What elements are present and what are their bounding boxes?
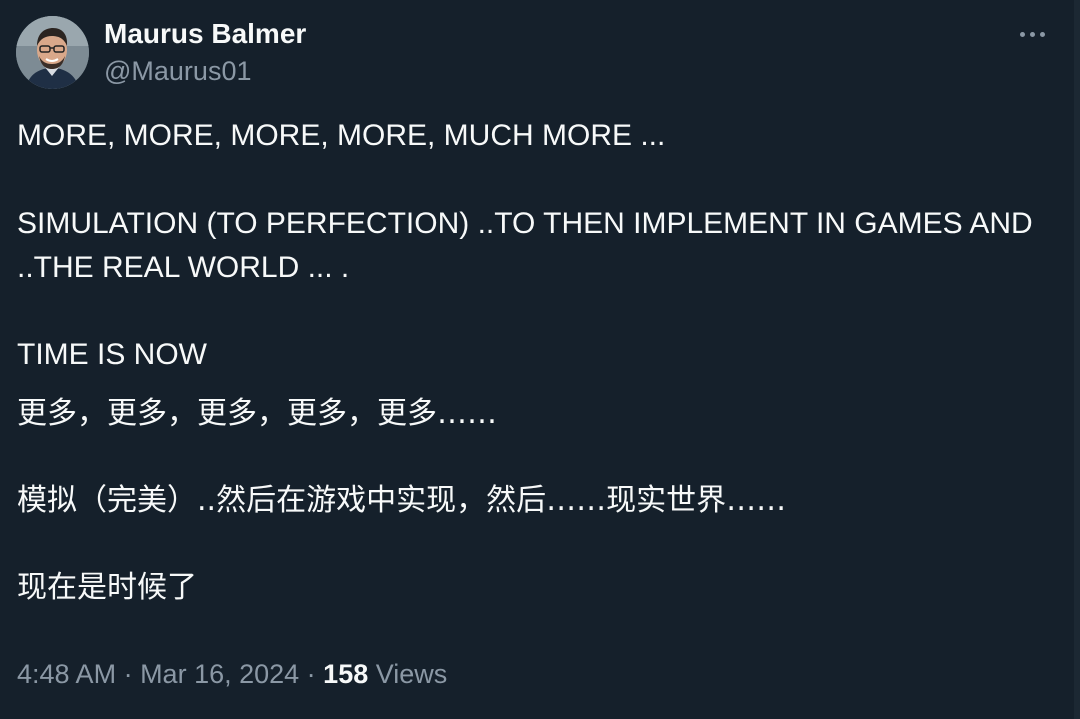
- profile-photo-icon: [16, 16, 89, 89]
- tweet-meta: 4:48 AM · Mar 16, 2024 · 158 Views: [17, 655, 447, 693]
- tweet-text-line: MORE, MORE, MORE, MORE, MUCH MORE ...: [17, 119, 666, 152]
- tweet-timestamp-time[interactable]: 4:48 AM: [17, 659, 116, 689]
- author-handle[interactable]: @Maurus01: [104, 55, 251, 87]
- more-horizontal-icon-dot: [1029, 31, 1035, 37]
- meta-separator: ·: [299, 659, 324, 689]
- views-link[interactable]: 158 Views: [323, 659, 447, 689]
- views-label: Views: [368, 659, 448, 689]
- meta-separator: ·: [116, 659, 141, 689]
- avatar[interactable]: [16, 16, 89, 89]
- tweet-text-line: ..THE REAL WORLD ... .: [17, 251, 350, 284]
- tweet-timestamp-date[interactable]: Mar 16, 2024: [140, 659, 299, 689]
- views-count: 158: [323, 659, 369, 689]
- more-options-button[interactable]: [1012, 20, 1052, 48]
- more-horizontal-icon: [1019, 31, 1025, 37]
- author-display-name[interactable]: Maurus Balmer: [104, 18, 306, 50]
- tweet-text-line: SIMULATION (TO PERFECTION) ..TO THEN IMP…: [17, 207, 1033, 240]
- tweet-text-line: TIME IS NOW: [17, 338, 207, 371]
- scrollbar[interactable]: [1074, 0, 1080, 719]
- more-horizontal-icon-dot: [1039, 31, 1045, 37]
- tweet-text-line: 现在是时候了: [17, 570, 197, 605]
- tweet-text-line: 更多，更多，更多，更多，更多……: [17, 396, 497, 431]
- tweet-card: Maurus Balmer @Maurus01 MORE, MORE, MORE…: [0, 0, 1080, 719]
- tweet-text-line: 模拟（完美）..然后在游戏中实现，然后……现实世界……: [17, 483, 787, 518]
